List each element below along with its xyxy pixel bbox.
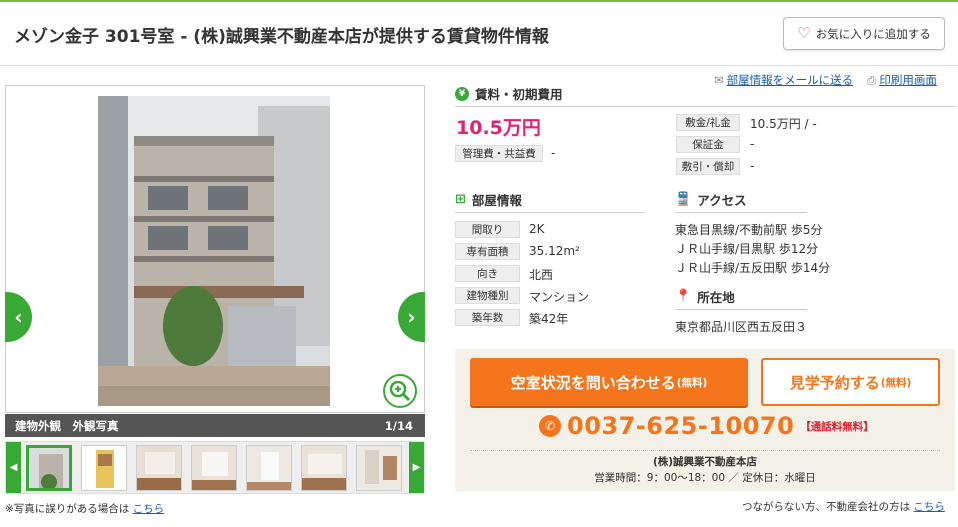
deposit-value: 10.5万円 / - — [750, 117, 817, 131]
phone-number[interactable]: 0037-625-10070 — [567, 412, 794, 440]
photo-caption: 建物外観 外観写真 — [15, 418, 119, 433]
page-header: メゾン金子 301号室 - (株)誠興業不動産本店が提供する賃貸物件情報 ♡ お… — [0, 0, 958, 66]
room-heading: ⊞ 部屋情報 — [455, 190, 645, 213]
yen-icon: ¥ — [455, 86, 469, 101]
room-value: 築42年 — [529, 312, 569, 326]
thumbnail[interactable] — [26, 445, 72, 491]
visit-reserve-button[interactable]: 見学予約する (無料) — [761, 358, 940, 406]
main-content: ✉ 部屋情報をメールに送る ⎙ 印刷用画面 ‹ › 建物外観 外観写真 1/14… — [0, 66, 958, 527]
thumb-next-button[interactable]: ▶ — [409, 442, 424, 493]
contact-box: 空室状況を問い合わせる (無料) 見学予約する (無料) ✆ 0037-625-10… — [455, 349, 955, 491]
guarantee-label: 保証金 — [676, 136, 740, 153]
room-value: 35.12m² — [529, 244, 580, 258]
photo-caption-bar: 建物外観 外観写真 1/14 — [5, 414, 425, 437]
thumbnail[interactable] — [356, 445, 402, 491]
thumbnail[interactable] — [191, 445, 237, 491]
add-favorite-button[interactable]: ♡ お気に入りに追加する — [783, 17, 945, 50]
thumbnail[interactable] — [246, 445, 292, 491]
guarantee-value: - — [750, 137, 755, 151]
room-label: 築年数 — [455, 309, 520, 326]
add-favorite-label: お気に入りに追加する — [815, 26, 931, 41]
inquiry-button[interactable]: 空室状況を問い合わせる (無料) — [470, 358, 748, 406]
address: 東京都品川区西五反田３ — [675, 320, 808, 334]
business-hours: 営業時間：9：00〜18：00 ／ 定休日：水曜日 — [594, 472, 816, 484]
map-pin-icon: 📍 — [675, 289, 692, 304]
photo-counter: 1/14 — [384, 418, 413, 433]
deposit-label: 敷金/礼金 — [676, 114, 740, 131]
shikibiki-label: 敷引・償却 — [676, 158, 740, 175]
bottom-note: つながらない方、不動産会社の方は こちら — [742, 501, 945, 513]
page-title: メゾン金子 301号室 - (株)誠興業不動産本店が提供する賃貸物件情報 — [14, 27, 549, 47]
thumbnail[interactable] — [136, 445, 182, 491]
phone-row[interactable]: ✆ 0037-625-10070 【通話料無料】 — [539, 412, 874, 440]
shikibiki-value: - — [750, 159, 755, 173]
access-line: 東急目黒線/不動前駅 歩5分 — [675, 223, 823, 237]
phone-icon: ✆ — [539, 415, 561, 437]
mgmt-fee-value: - — [551, 146, 556, 160]
zoom-in-icon — [389, 380, 411, 402]
access-line: ＪＲ山手線/目黒駅 歩12分 — [675, 242, 819, 256]
bottom-note-link[interactable]: こちら — [913, 501, 945, 513]
room-value: 2K — [529, 222, 545, 236]
rent-heading: ¥ 賃料・初期費用 — [455, 84, 955, 107]
train-icon: 🚆 — [675, 192, 692, 207]
location-heading: 📍 所在地 — [675, 287, 807, 310]
access-line: ＪＲ山手線/五反田駅 歩14分 — [675, 261, 831, 275]
thumbnail-strip: ◀ ▶ — [5, 441, 425, 494]
zoom-button[interactable] — [383, 374, 417, 408]
heart-icon: ♡ — [797, 24, 811, 42]
building-exterior-photo[interactable] — [98, 96, 330, 406]
photo-error-link[interactable]: こちら — [133, 503, 165, 515]
photo-error-note: ※写真に誤りがある場合は こちら — [5, 503, 165, 515]
free-call-note: 【通話料無料】 — [800, 420, 874, 433]
thumbnail[interactable] — [301, 445, 347, 491]
mgmt-fee-label: 管理費・共益費 — [455, 145, 543, 162]
company-name: (株)誠興業不動産本店 — [652, 456, 758, 468]
room-label: 専有面積 — [455, 243, 520, 260]
room-label: 建物種別 — [455, 287, 520, 304]
main-photo-frame — [5, 85, 425, 413]
access-heading: 🚆 アクセス — [675, 190, 807, 213]
divider — [470, 450, 940, 451]
room-label: 間取り — [455, 221, 520, 238]
thumbnail[interactable] — [81, 445, 127, 491]
thumb-prev-button[interactable]: ◀ — [6, 442, 21, 493]
floorplan-icon: ⊞ — [455, 192, 466, 207]
rent-price: 10.5万円 — [456, 117, 541, 139]
room-value: マンション — [529, 290, 590, 304]
room-value: 北西 — [529, 268, 554, 282]
room-label: 向き — [455, 265, 520, 282]
